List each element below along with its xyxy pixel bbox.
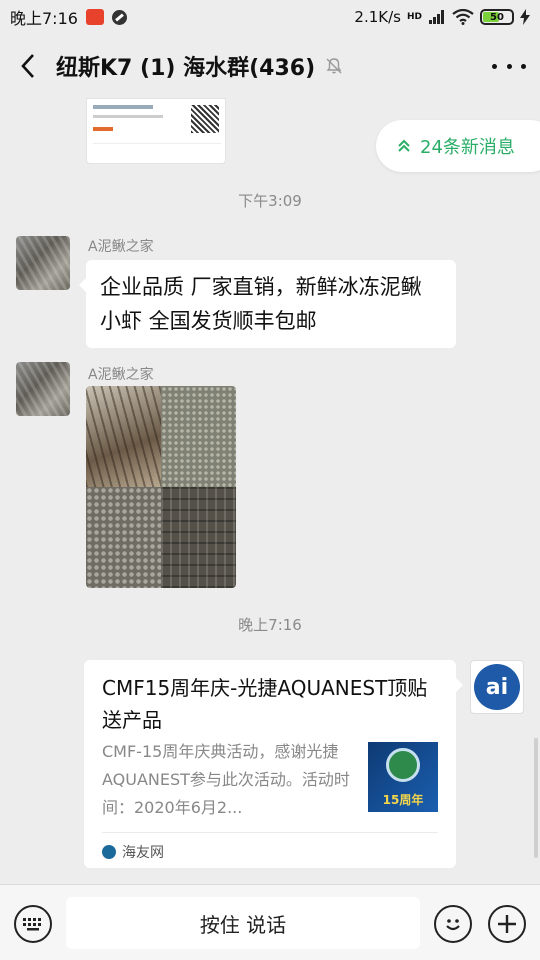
source-logo-icon bbox=[102, 845, 116, 859]
anniversary-logo-icon bbox=[386, 748, 420, 782]
more-button[interactable] bbox=[492, 56, 526, 76]
card-price bbox=[93, 127, 113, 131]
timestamp: 下午3:09 bbox=[238, 192, 302, 210]
qr-code-icon bbox=[191, 105, 219, 133]
mute-icon bbox=[326, 58, 342, 74]
double-chevron-up-icon bbox=[398, 139, 410, 152]
charging-icon bbox=[520, 9, 530, 25]
photo-tile bbox=[86, 386, 161, 487]
source-name: 海友网 bbox=[122, 845, 164, 861]
previous-message-card[interactable] bbox=[86, 98, 226, 164]
card-divider bbox=[102, 832, 438, 833]
do-not-disturb-icon bbox=[111, 9, 127, 25]
signal-icon bbox=[429, 10, 444, 24]
plus-icon bbox=[498, 915, 516, 933]
link-card-source: 海友网 bbox=[102, 838, 164, 866]
chat-header: 纽斯K7 (1) 海水群(436) bbox=[0, 34, 540, 98]
sender-name: A泥鳅之家 bbox=[88, 239, 154, 255]
hold-to-talk-label: 按住 说话 bbox=[199, 912, 287, 937]
emoji-icon bbox=[446, 919, 460, 931]
photo-tile bbox=[161, 487, 236, 588]
emoji-button[interactable] bbox=[434, 905, 472, 943]
input-bar: 按住 说话 bbox=[0, 884, 540, 960]
card-divider bbox=[93, 143, 221, 144]
back-button[interactable] bbox=[14, 52, 42, 80]
message-line: 小虾 全国发货顺丰包邮 bbox=[100, 309, 317, 333]
avatar-logo-icon: ai bbox=[474, 664, 520, 710]
text-message-bubble[interactable]: 企业品质 厂家直销，新鲜冰冻泥鳅 小虾 全国发货顺丰包邮 bbox=[79, 260, 456, 348]
chat-title: 纽斯K7 (1) 海水群(436) bbox=[56, 56, 316, 81]
app-notification-icon bbox=[85, 9, 104, 25]
image-message[interactable] bbox=[86, 386, 236, 588]
more-icon bbox=[492, 63, 526, 69]
new-messages-button[interactable]: 24条新消息 bbox=[376, 120, 540, 172]
back-icon bbox=[21, 54, 34, 78]
wifi-icon bbox=[452, 9, 474, 25]
battery-level: 50 bbox=[490, 11, 504, 23]
photo-tile bbox=[161, 386, 236, 487]
timestamp: 晚上7:16 bbox=[238, 616, 302, 634]
battery-icon: 50 bbox=[480, 9, 514, 25]
message-line: 企业品质 厂家直销，新鲜冰冻泥鳅 bbox=[100, 275, 422, 299]
new-messages-label: 24条新消息 bbox=[420, 137, 515, 158]
card-line bbox=[93, 105, 153, 109]
link-card-title: CMF15周年庆-光捷AQUANEST顶贴送产品 bbox=[102, 676, 428, 732]
hold-to-talk-button[interactable]: 按住 说话 bbox=[66, 897, 420, 949]
scrollbar[interactable] bbox=[534, 738, 538, 858]
link-card-description: CMF-15周年庆典活动，感谢光捷AQUANEST参与此次活动。活动时间：202… bbox=[102, 742, 350, 817]
message-list[interactable]: 24条新消息 下午3:09 A泥鳅之家 企业品质 厂家直销，新鲜冰冻泥鳅 小虾 … bbox=[0, 98, 540, 884]
network-speed: 2.1K/s bbox=[354, 8, 401, 26]
avatar[interactable] bbox=[16, 362, 70, 416]
keyboard-icon bbox=[23, 918, 41, 931]
status-bar: 晚上7:16 2.1K/s HD 50 bbox=[0, 0, 540, 34]
thumbnail-text: 15周年 bbox=[382, 793, 424, 807]
my-avatar[interactable]: ai bbox=[470, 660, 524, 714]
link-share-card[interactable]: CMF15周年庆-光捷AQUANEST顶贴送产品 CMF-15周年庆典活动，感谢… bbox=[84, 660, 463, 868]
status-time: 晚上7:16 bbox=[10, 9, 78, 28]
more-actions-button[interactable] bbox=[488, 905, 526, 943]
keyboard-toggle-button[interactable] bbox=[14, 905, 52, 943]
avatar[interactable] bbox=[16, 236, 70, 290]
card-line bbox=[93, 115, 163, 118]
hd-badge: HD bbox=[406, 12, 422, 22]
link-card-thumbnail: 15周年 bbox=[368, 742, 438, 812]
photo-tile bbox=[86, 487, 161, 588]
sender-name: A泥鳅之家 bbox=[88, 367, 154, 383]
